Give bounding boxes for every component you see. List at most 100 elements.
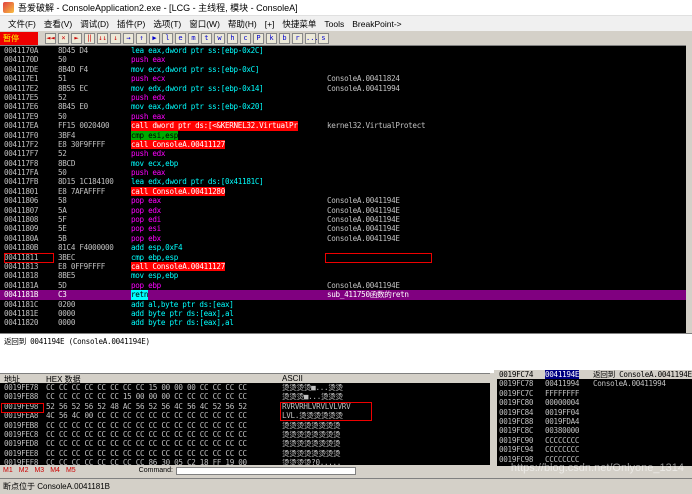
menu-item-0[interactable]: 文件(F) [4,18,40,30]
disasm-instruction: pop ebp [131,280,161,290]
tab-m3[interactable]: M3 [31,467,47,474]
toolbar-button-21[interactable]: s [318,32,329,44]
stack-row[interactable]: 0019FC8C 00380000 [497,426,692,435]
toolbar: 暂停 ◄◄ × ► ‖ ↓↓ ↓ → ↑ ▶ l e m t w h c Pk b r... s [0,31,692,45]
toolbar-button-4[interactable]: ↓↓ [97,32,108,44]
disasm-row[interactable]: 0041170A 8D45 D4 lea eax,dword ptr ss:[ebp… [0,46,692,55]
toolbar-button-10[interactable]: e [175,32,186,44]
dump-row[interactable]: 0019FEC8 CC CC CC CC CC CC CC CC CC CC CC… [0,430,490,439]
disasm-address: 004117F0 [4,130,39,140]
toolbar-button-15[interactable]: c [240,32,251,44]
tab-m2[interactable]: M2 [16,467,32,474]
disasm-row[interactable]: 0041181C 0200 add al,byte ptr ds:[eax] [0,300,692,309]
dump-row[interactable]: 0019FEA8 4C 56 4C 00 CC CC CC CC CC CC CC… [0,411,490,420]
disasm-row[interactable]: 004117EA FF15 0020400 call dword ptr ds:[<… [0,121,692,131]
disasm-row[interactable]: 0041181A 5D pop ebp ConsoleA.0041194E [0,281,692,290]
toolbar-button-0[interactable]: ◄◄ [45,32,56,44]
disasm-row[interactable]: 00411808 5F pop edi ConsoleA.0041194E [0,215,692,224]
disasm-row[interactable]: 004117E9 50 push eax [0,112,692,121]
toolbar-button-12[interactable]: t [201,32,212,44]
disasm-row[interactable]: 00411806 58 pop eax ConsoleA.0041194E [0,196,692,205]
disasm-row[interactable]: 004117DE 8B4D F4 mov ecx,dword ptr ss:[ebp… [0,65,692,74]
toolbar-button-19[interactable]: r [292,32,303,44]
disasm-row[interactable]: 00411820 0000 add byte ptr ds:[eax],al [0,318,692,327]
menu-item-10[interactable]: BreakPoint-> [348,19,405,29]
title-bar: 吾爱破解 - ConsoleApplication2.exe - [LCG - … [0,0,692,16]
dump-row[interactable]: 0019FE78 CC CC CC CC CC CC CC CC 15 00 00… [0,383,490,392]
dump-row[interactable]: 0019FEB8 CC CC CC CC CC CC CC CC CC CC CC… [0,421,490,430]
disasm-row[interactable]: 00411813 E8 0FF9FFFF call ConsoleA.0041112… [0,261,692,272]
toolbar-button-16[interactable]: P [253,32,264,44]
disasm-row[interactable]: 00411801 E8 7AFAFFFF call ConsoleA.0041128… [0,186,692,197]
toolbar-button-2[interactable]: ► [71,32,82,44]
disasm-row[interactable]: 004117F8 8BCD mov ecx,ebp [0,159,692,168]
disasm-row[interactable]: 0041181E 0000 add byte ptr ds:[eax],al [0,309,692,318]
toolbar-button-8[interactable]: ▶ [149,32,160,44]
dump-row[interactable]: 0019FED8 CC CC CC CC CC CC CC CC CC CC CC… [0,439,490,448]
stack-row[interactable]: 0019FC94 CCCCCCCC [497,445,692,454]
disasm-row[interactable]: 0041180B 81C4 F4000000 add esp,0xF4 [0,243,692,252]
menu-item-2[interactable]: 调试(D) [76,18,113,30]
menu-item-5[interactable]: 窗口(W) [185,18,224,30]
tab-m4[interactable]: M4 [47,467,63,474]
disasm-row[interactable]: 00411807 5A pop edx ConsoleA.0041194E [0,206,692,215]
stack-row[interactable]: 0019FC78 00411994 ConsoleA.00411994 [497,379,692,388]
disasm-row[interactable]: 004117F7 52 push edx [0,149,692,158]
disassembly-pane[interactable]: 0041170A 8D45 D4 lea eax,dword ptr ss:[ebp… [0,45,692,333]
toolbar-button-14[interactable]: h [227,32,238,44]
menu-item-8[interactable]: 快捷菜单 [278,18,320,30]
menu-item-9[interactable]: Tools [320,19,348,29]
toolbar-button-7[interactable]: ↑ [136,32,147,44]
disasm-row[interactable]: 0041170D 50 push eax [0,55,692,64]
disasm-row[interactable]: 004117E6 8B45 E0 mov eax,dword ptr ss:[ebp… [0,102,692,111]
stack-comment: 返回到 ConsoleA.0041194E [593,370,692,379]
stack-pane[interactable]: 0019FC74 0041194E 返回到 ConsoleA.0041194E 001… [494,370,692,466]
toolbar-button-6[interactable]: → [123,32,134,44]
toolbar-button-3[interactable]: ‖ [84,32,95,44]
disasm-address: 0041170D [4,55,39,65]
dump-row[interactable]: 0019FE88 CC CC CC CC CC CC 15 00 00 00 CC… [0,392,490,401]
menu-item-3[interactable]: 插件(P) [113,18,149,30]
disasm-instruction: mov esp,ebp [131,271,178,281]
stack-row[interactable]: 0019FC90 CCCCCCCC [497,436,692,445]
toolbar-button-13[interactable]: w [214,32,225,44]
disasm-address: 004117DE [4,64,39,74]
stack-row[interactable]: 0019FC7C FFFFFFFF [497,389,692,398]
disasm-row[interactable]: 00411818 8BE5 mov esp,ebp [0,271,692,280]
disassembly-scrollbar[interactable] [686,45,692,333]
disasm-row[interactable]: 0041181B C3 retn sub_411750函数的retn [0,290,692,300]
disasm-row[interactable]: 004117FA 50 push eax [0,168,692,177]
stack-row[interactable]: 0019FC88 0019FDA4 [497,417,692,426]
toolbar-button-9[interactable]: l [162,32,173,44]
toolbar-button-20[interactable]: ... [305,32,319,44]
dump-row[interactable]: 0019FEE8 CC CC CC CC CC CC CC CC CC CC CC… [0,449,490,458]
disasm-row[interactable]: 004117F0 3BF4 cmp esi,esp [0,130,692,140]
disasm-row[interactable]: 004117E2 8B55 EC mov edx,dword ptr ss:[ebp… [0,84,692,93]
disasm-row[interactable]: 004117E1 51 push ecx ConsoleA.00411824 [0,74,692,83]
toolbar-button-17[interactable]: k [266,32,277,44]
toolbar-button-1[interactable]: × [58,32,69,44]
toolbar-button-5[interactable]: ↓ [110,32,121,44]
disasm-row[interactable]: 004117F2 E8 30F9FFFF call ConsoleA.0041112… [0,139,692,150]
tab-m5[interactable]: M5 [63,467,79,474]
disasm-row[interactable]: 00411809 5E pop esi ConsoleA.0041194E [0,224,692,233]
stack-row[interactable]: 0019FC80 00000004 [497,398,692,407]
dump-row[interactable]: 0019FE98 52 56 52 56 52 48 AC 56 52 56 4C… [0,402,490,411]
disasm-row[interactable]: 004117E5 52 push edx [0,93,692,102]
disasm-instruction: add byte ptr ds:[eax],al [131,308,234,318]
tab-m1[interactable]: M1 [0,467,16,474]
dump-header-ascii[interactable]: ASCII [282,374,303,383]
disasm-row[interactable]: 0041180A 5B pop ebx ConsoleA.0041194E [0,234,692,243]
dump-row[interactable]: 0019FEF8 CC CC CC CC CC CC CC CC 86 30 05… [0,458,490,465]
disasm-row[interactable]: 004117FB 8D15 1C184100 lea edx,dword ptr d… [0,177,692,186]
command-input[interactable] [175,466,356,475]
memory-dump-pane[interactable]: 0019FE78 CC CC CC CC CC CC CC CC 15 00 00… [0,383,490,465]
menu-item-4[interactable]: 选项(T) [149,18,185,30]
toolbar-button-11[interactable]: m [188,32,199,44]
menu-item-1[interactable]: 查看(V) [40,18,76,30]
stack-row[interactable]: 0019FC74 0041194E 返回到 ConsoleA.0041194E [497,370,692,380]
menu-item-6[interactable]: 帮助(H) [224,18,261,30]
menu-item-7[interactable]: [+] [261,19,279,29]
stack-row[interactable]: 0019FC84 0019FF04 [497,408,692,417]
toolbar-button-18[interactable]: b [279,32,290,44]
